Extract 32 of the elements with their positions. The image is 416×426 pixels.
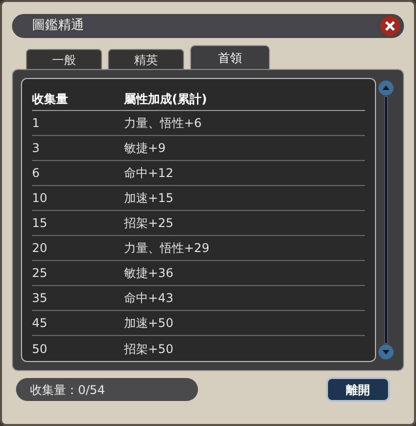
table-cell-text: 力量、悟性+6 [124,115,203,132]
leave-button[interactable]: 離開 [326,377,390,402]
window-title: 圖鑑精通 [32,17,84,36]
tab[interactable]: 首領 [190,45,270,69]
table-cell-text: 35 [32,290,48,307]
collection-count: 收集量：0/54 [16,378,198,401]
table-cell-text: 命中+12 [124,165,174,182]
table-cell-text: 加速+15 [124,190,174,207]
table-cell-text: 招架+25 [124,215,174,232]
table-cell-text: 力量、悟性+29 [124,240,210,257]
table-cell-text: 20 [32,240,48,257]
table-cell-text: 10 [32,190,48,207]
table-cell-text: 45 [32,315,48,332]
table-cell-text: 加速+50 [124,315,174,332]
table-cell-text: 敏捷+36 [124,265,174,282]
table-cell-text: 50 [32,340,48,358]
table-cell-text: 6 [32,165,41,182]
table-cell-text: 15 [32,215,48,232]
close-button[interactable] [378,14,402,38]
scroll-up-icon[interactable] [378,80,394,96]
table-cell-text: 1 [32,115,41,132]
close-icon [385,21,395,31]
table-cell-text: 25 [32,265,48,282]
table-cell-text: 命中+43 [124,290,174,307]
table-cell-text: 敏捷+9 [124,140,167,157]
table-cell-text: 3 [32,140,41,157]
tab[interactable]: 一般 [26,49,102,69]
tab[interactable]: 精英 [108,49,184,69]
table-cell-text: 招架+50 [124,340,174,358]
column-header: 屬性加成(累計) [124,90,208,108]
scroll-down-icon[interactable] [378,344,394,360]
column-header: 收集量 [32,90,69,108]
